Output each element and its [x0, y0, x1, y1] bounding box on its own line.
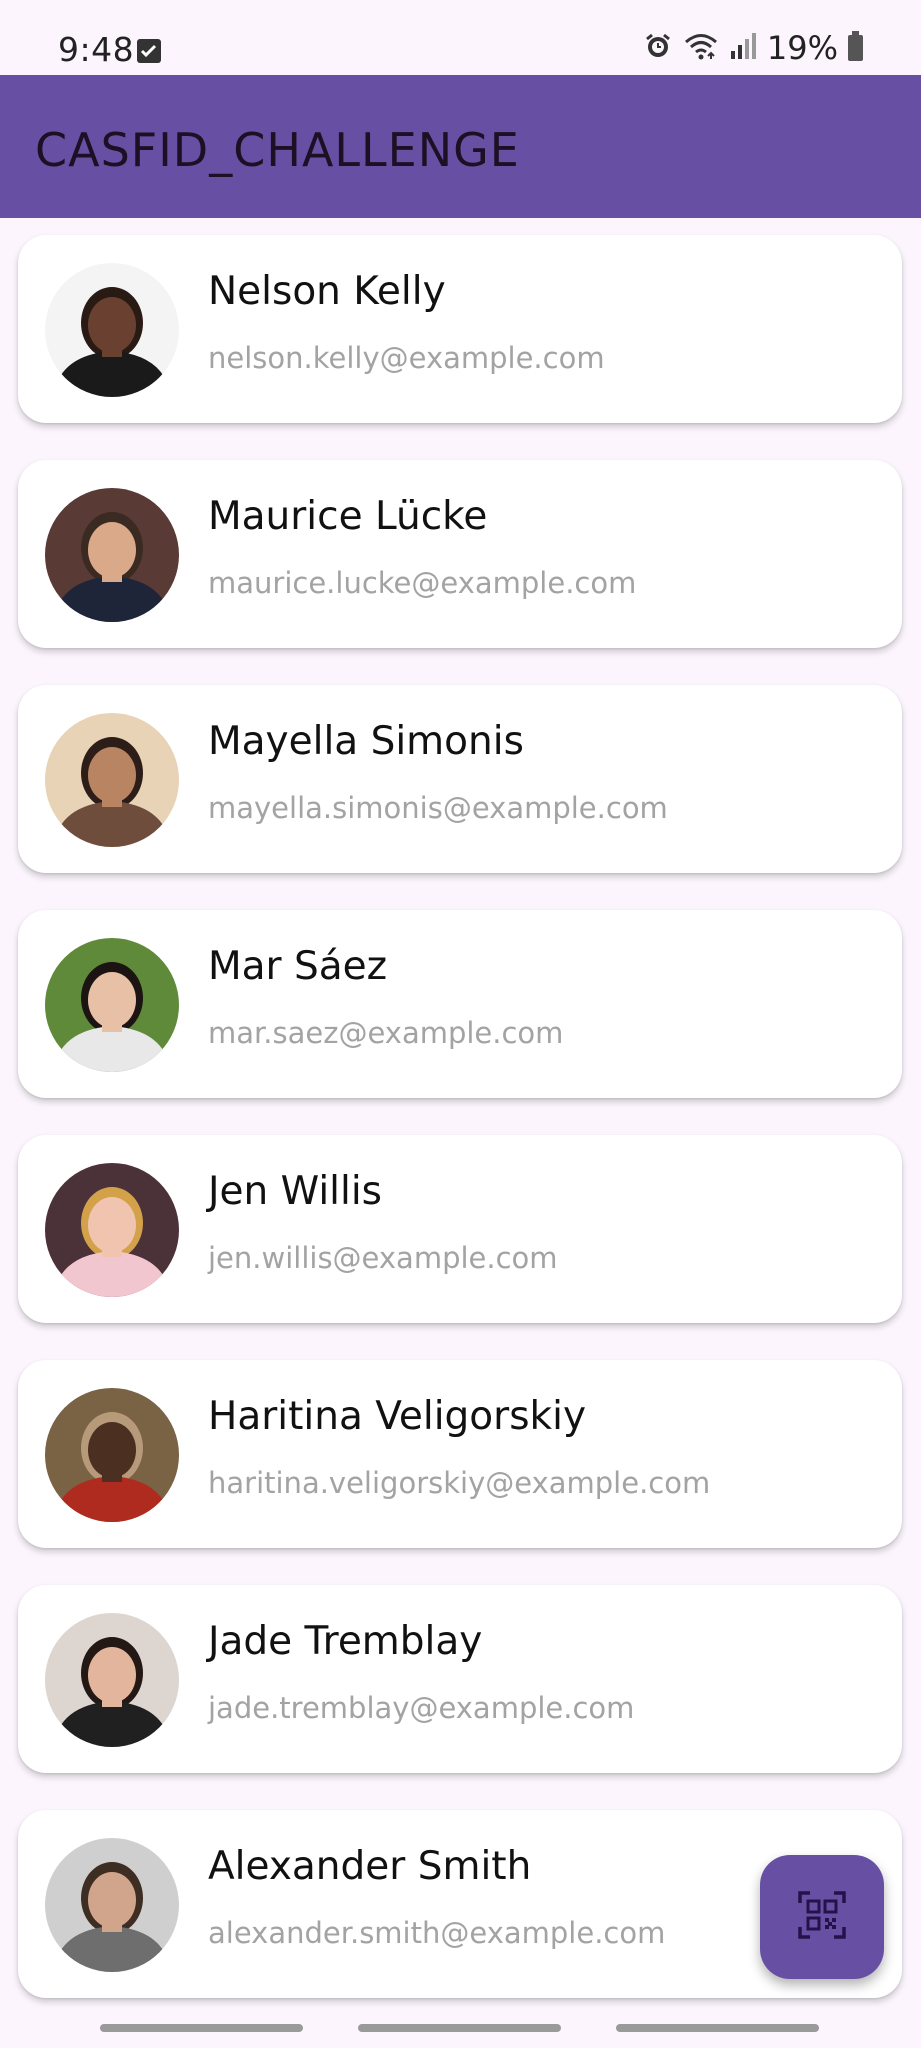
contact-name: Maurice Lücke	[208, 494, 488, 539]
contact-email: mar.saez@example.com	[208, 1016, 564, 1050]
contact-card[interactable]: Mayella Simonis mayella.simonis@example.c…	[18, 685, 902, 873]
contact-email: mayella.simonis@example.com	[208, 791, 668, 825]
wifi-icon	[683, 31, 719, 65]
avatar	[45, 713, 179, 847]
battery-percentage: 19%	[766, 29, 838, 67]
avatar	[45, 1163, 179, 1297]
status-icons: 19%	[643, 28, 863, 68]
avatar	[45, 1613, 179, 1747]
contact-email: nelson.kelly@example.com	[208, 341, 605, 375]
nav-back-handle[interactable]	[616, 2024, 819, 2032]
contact-email: maurice.lucke@example.com	[208, 566, 637, 600]
contact-card[interactable]: Jade Tremblay jade.tremblay@example.com	[18, 1585, 902, 1773]
system-navigation-bar	[0, 2010, 921, 2048]
contact-name: Haritina Veligorskiy	[208, 1394, 587, 1439]
signal-icon	[729, 31, 757, 65]
avatar	[45, 1388, 179, 1522]
contact-name: Mayella Simonis	[208, 719, 524, 764]
status-bar: 9:48 19%	[0, 0, 921, 75]
status-time: 9:48	[58, 30, 135, 69]
contact-email: haritina.veligorskiy@example.com	[208, 1466, 711, 1500]
battery-icon	[848, 31, 863, 61]
check-icon	[137, 39, 161, 63]
contact-email: alexander.smith@example.com	[208, 1916, 666, 1950]
contact-name: Nelson Kelly	[208, 269, 446, 314]
contact-name: Jen Willis	[208, 1169, 382, 1214]
app-title: CASFID_CHALLENGE	[35, 123, 520, 177]
avatar	[45, 1838, 179, 1972]
qr-code-scanner-icon	[798, 1891, 846, 1943]
qr-scan-button[interactable]	[760, 1855, 884, 1979]
avatar	[45, 938, 179, 1072]
contact-name: Jade Tremblay	[208, 1619, 483, 1664]
contact-name: Mar Sáez	[208, 944, 388, 989]
avatar	[45, 263, 179, 397]
contact-card[interactable]: Mar Sáez mar.saez@example.com	[18, 910, 902, 1098]
contact-card[interactable]: Haritina Veligorskiy haritina.veligorskiy…	[18, 1360, 902, 1548]
nav-home-handle[interactable]	[358, 2024, 561, 2032]
contact-card[interactable]: Jen Willis jen.willis@example.com	[18, 1135, 902, 1323]
contact-email: jade.tremblay@example.com	[208, 1691, 635, 1725]
contact-card[interactable]: Nelson Kelly nelson.kelly@example.com	[18, 235, 902, 423]
contact-email: jen.willis@example.com	[208, 1241, 558, 1275]
alarm-icon	[643, 31, 673, 65]
app-bar: CASFID_CHALLENGE	[0, 75, 921, 218]
avatar	[45, 488, 179, 622]
contact-name: Alexander Smith	[208, 1844, 532, 1889]
nav-recent-handle[interactable]	[100, 2024, 303, 2032]
contact-card[interactable]: Maurice Lücke maurice.lucke@example.com	[18, 460, 902, 648]
